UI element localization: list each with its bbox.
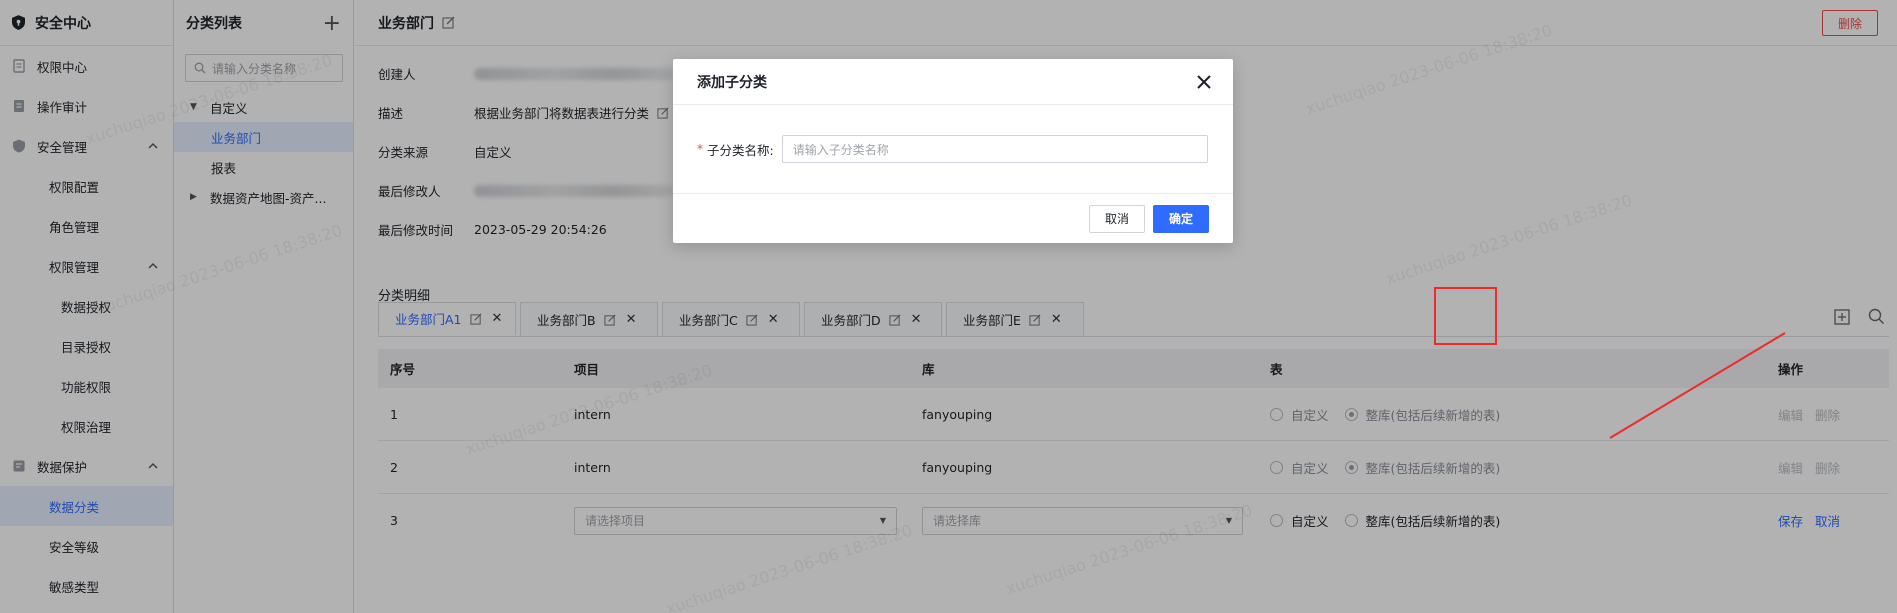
- required-mark: *: [697, 142, 703, 156]
- dialog-title: 添加子分类: [697, 74, 767, 91]
- subcategory-name-input[interactable]: 请输入子分类名称: [781, 135, 1208, 163]
- dialog-header: 添加子分类: [673, 59, 1233, 105]
- subcategory-name-placeholder: 请输入子分类名称: [792, 142, 889, 157]
- close-icon[interactable]: [1195, 73, 1213, 91]
- dialog-footer: 取消 确定: [673, 193, 1233, 243]
- cancel-button[interactable]: 取消: [1089, 204, 1145, 233]
- confirm-button[interactable]: 确定: [1153, 204, 1209, 233]
- add-subcategory-dialog: 添加子分类 * 子分类名称: 请输入子分类名称 取消 确定: [673, 59, 1233, 243]
- subcategory-name-label: 子分类名称:: [707, 142, 774, 158]
- annotation-highlight-box: [1434, 287, 1497, 345]
- dialog-body: * 子分类名称: 请输入子分类名称: [673, 105, 1233, 193]
